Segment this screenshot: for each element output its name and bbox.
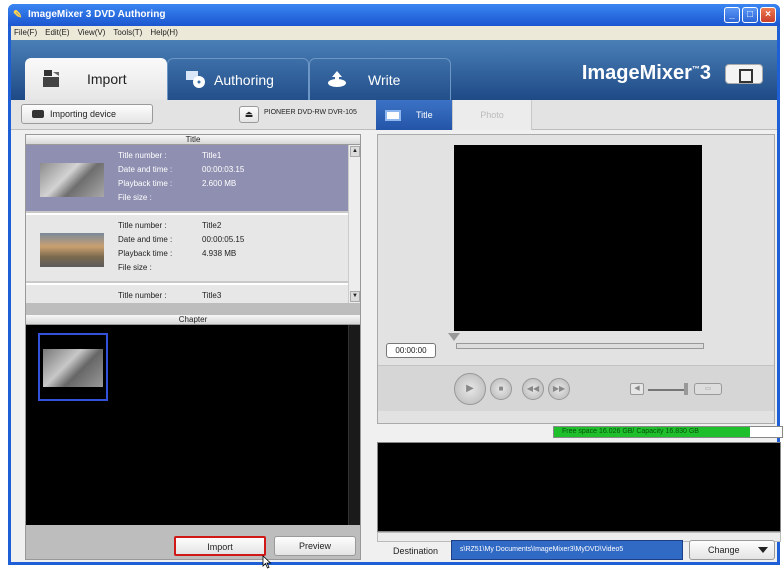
volume-track[interactable] <box>648 389 688 391</box>
title-number-label: Title number : <box>118 291 167 300</box>
title-number-label: Title number : <box>118 151 167 160</box>
tab-title[interactable]: Title <box>376 100 452 130</box>
previous-icon[interactable]: ◀◀ <box>522 378 544 400</box>
free-space-bar: Free space 16.026 GB/ Capacity 16.830 GB <box>553 426 783 438</box>
title-number-value: Title2 <box>202 221 222 230</box>
tab-write[interactable]: Write <box>309 58 451 100</box>
file-size-value: 4.938 MB <box>202 249 237 258</box>
importing-device-label: Importing device <box>50 109 117 119</box>
playback-controls: ▶ ■ ◀◀ ▶▶ ◀ ▭ <box>378 365 774 411</box>
scroll-down-icon[interactable]: ▼ <box>350 291 360 302</box>
free-space-text: Free space 16.026 GB/ Capacity 16.830 GB <box>562 428 699 435</box>
client-area: Import Authoring Write ImageMixer™3 Impo… <box>11 40 783 569</box>
import-button[interactable]: Import <box>174 536 266 556</box>
camera-icon <box>32 110 44 118</box>
title-number-value: Title1 <box>202 151 222 160</box>
preview-button[interactable]: Preview <box>274 536 356 556</box>
change-label: Change <box>708 545 740 555</box>
brand-logo: ImageMixer™3 <box>582 62 711 85</box>
title-row[interactable]: Title number : Date and time : Playback … <box>26 215 348 283</box>
seek-bar[interactable] <box>456 343 704 349</box>
app-icon: ✎ <box>13 9 23 21</box>
logo-trademark: ™ <box>691 64 700 74</box>
chevron-down-icon <box>758 547 768 553</box>
playback-time-value: 00:00:03.15 <box>202 165 245 174</box>
date-time-label: Date and time : <box>118 165 173 174</box>
file-size-value: 2.600 MB <box>202 179 237 188</box>
title-list: Title number : Date and time : Playback … <box>26 145 348 303</box>
stop-icon[interactable]: ■ <box>490 378 512 400</box>
title-header: Title <box>26 135 360 145</box>
destination-bar: Destination s\RZ51\My Documents\ImageMix… <box>377 534 777 560</box>
destination-list <box>377 442 781 532</box>
next-icon[interactable]: ▶▶ <box>548 378 570 400</box>
display-mode-button[interactable] <box>725 64 763 84</box>
change-button[interactable]: Change <box>689 540 775 560</box>
tab-import[interactable]: Import <box>25 58 167 100</box>
app-window: ✎ ImageMixer 3 DVD Authoring _ □ × File(… <box>8 4 783 569</box>
tab-photo[interactable]: Photo <box>452 100 532 130</box>
monitor-icon <box>385 110 401 121</box>
date-time-label: Date and time : <box>118 235 173 244</box>
fullscreen-icon[interactable]: ▭ <box>694 383 722 395</box>
preview-panel: 00:00:00 ▶ ■ ◀◀ ▶▶ ◀ ▭ <box>377 134 775 424</box>
minimize-button[interactable]: _ <box>724 7 740 23</box>
eject-button[interactable]: ⏏ <box>239 106 259 123</box>
menu-edit[interactable]: Edit(E) <box>45 26 69 40</box>
write-icon <box>328 71 346 87</box>
video-preview <box>454 145 702 331</box>
seek-handle[interactable] <box>448 333 460 341</box>
playback-time-label: Playback time : <box>118 249 173 258</box>
file-size-label: File size : <box>118 263 152 272</box>
device-toolbar: Importing device ⏏ PIONEER DVD-RW DVR-10… <box>11 100 777 130</box>
importing-device-button[interactable]: Importing device <box>21 104 153 124</box>
title-scrollbar[interactable]: ▲ ▼ <box>348 145 360 303</box>
chapter-list <box>26 325 348 525</box>
menu-file[interactable]: File(F) <box>14 26 37 40</box>
chapter-image <box>43 349 103 387</box>
title-number-value: Title3 <box>202 291 222 300</box>
title-row[interactable]: Title number : Title3 <box>26 285 348 303</box>
close-button[interactable]: × <box>760 7 776 23</box>
mute-icon[interactable]: ◀ <box>630 383 644 395</box>
chapter-header: Chapter <box>26 315 360 325</box>
tab-write-label: Write <box>368 72 401 88</box>
import-icon <box>43 70 59 87</box>
menu-view[interactable]: View(V) <box>78 26 106 40</box>
destination-label: Destination <box>393 546 439 556</box>
playback-time-value: 00:00:05.15 <box>202 235 245 244</box>
destination-path-field[interactable]: s\RZ51\My Documents\ImageMixer3\MyDVD\Vi… <box>451 540 683 560</box>
maximize-button[interactable]: □ <box>742 7 758 23</box>
tab-authoring[interactable]: Authoring <box>167 58 309 100</box>
tab-authoring-label: Authoring <box>214 72 274 88</box>
playback-time-label: Playback time : <box>118 179 173 188</box>
logo-text: ImageMixer <box>581 62 692 84</box>
title-thumbnail <box>40 163 104 197</box>
authoring-icon <box>186 71 205 88</box>
main-tab-bar: Import Authoring Write ImageMixer™3 <box>11 40 777 100</box>
source-panel: Title Title number : Date and time : Pla… <box>25 134 361 569</box>
menu-bar: File(F) Edit(E) View(V) Tools(T) Help(H) <box>11 26 777 40</box>
eject-icon: ⏏ <box>244 109 254 119</box>
file-size-label: File size : <box>118 193 152 202</box>
title-thumbnail <box>40 233 104 267</box>
tab-title-label: Title <box>416 110 433 120</box>
title-number-label: Title number : <box>118 221 167 230</box>
timecode-display: 00:00:00 <box>386 343 436 358</box>
chapter-thumbnail[interactable] <box>38 333 108 401</box>
title-bar[interactable]: ✎ ImageMixer 3 DVD Authoring _ □ × <box>8 4 780 26</box>
window-title: ImageMixer 3 DVD Authoring <box>28 9 166 20</box>
logo-version: 3 <box>699 62 711 84</box>
menu-help[interactable]: Help(H) <box>150 26 178 40</box>
tab-import-label: Import <box>87 71 127 87</box>
chapter-scrollbar[interactable] <box>348 325 360 525</box>
menu-tools[interactable]: Tools(T) <box>113 26 142 40</box>
play-icon[interactable]: ▶ <box>454 373 486 405</box>
mouse-cursor-icon <box>262 555 272 569</box>
volume-handle[interactable] <box>684 383 688 395</box>
drive-name: PIONEER DVD-RW DVR-105 <box>264 109 357 116</box>
title-row[interactable]: Title number : Date and time : Playback … <box>26 145 348 213</box>
scroll-up-icon[interactable]: ▲ <box>350 146 360 157</box>
